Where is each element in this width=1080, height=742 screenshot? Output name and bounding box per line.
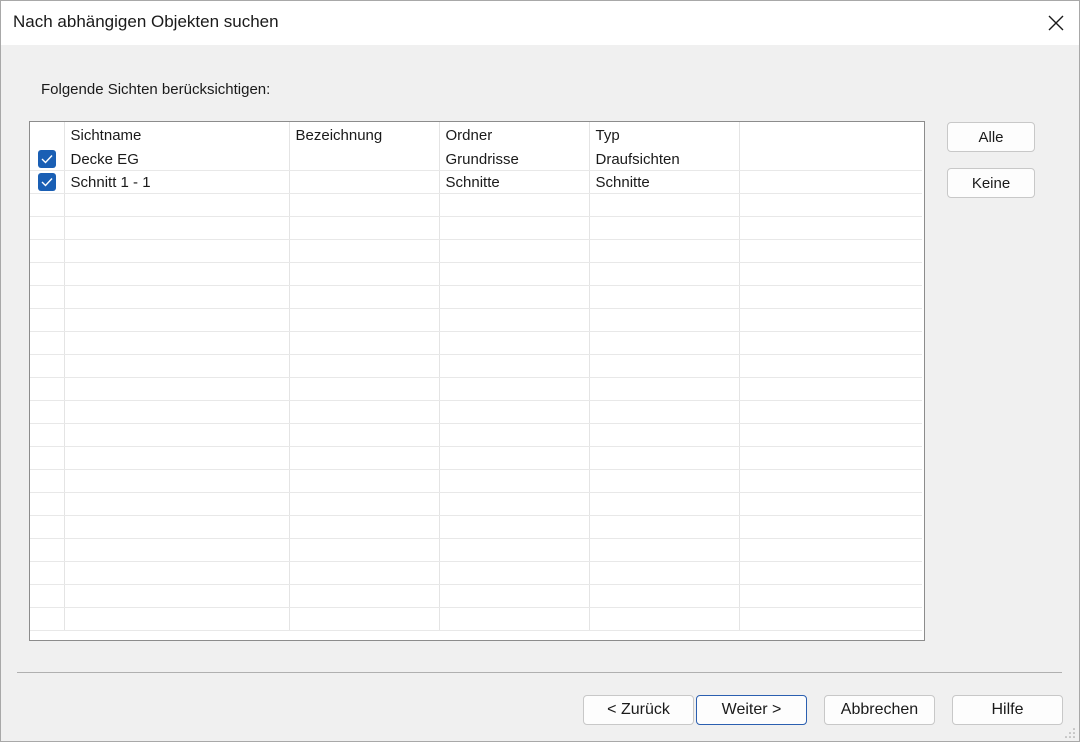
empty-row [30, 400, 922, 424]
next-button[interactable]: Weiter > [696, 695, 807, 725]
table-row[interactable]: Decke EG Grundrisse Draufsichten [30, 148, 922, 171]
footer-separator [17, 672, 1062, 673]
cell-bezeichnung [289, 170, 440, 194]
row-checkbox[interactable] [37, 150, 56, 169]
empty-row [30, 239, 922, 263]
dialog-title: Nach abhängigen Objekten suchen [13, 12, 279, 31]
empty-row [30, 584, 922, 608]
empty-row [30, 515, 922, 539]
empty-row [30, 262, 922, 286]
back-button[interactable]: < Zurück [583, 695, 694, 725]
empty-row [30, 446, 922, 470]
help-button[interactable]: Hilfe [952, 695, 1063, 725]
views-table: Sichtname Bezeichnung Ordner Typ Decke E… [30, 122, 922, 631]
cell-ordner: Schnitte [439, 170, 590, 194]
select-none-button[interactable]: Keine [947, 168, 1035, 198]
header-filler [739, 122, 922, 148]
empty-row [30, 285, 922, 309]
empty-row [30, 377, 922, 401]
empty-row [30, 423, 922, 447]
table-row[interactable]: Schnitt 1 - 1 Schnitte Schnitte [30, 170, 922, 194]
select-all-button[interactable]: Alle [947, 122, 1035, 152]
cell-sichtname: Schnitt 1 - 1 [64, 170, 290, 194]
views-grid[interactable]: Sichtname Bezeichnung Ordner Typ Decke E… [29, 121, 925, 641]
header-bezeichnung[interactable]: Bezeichnung [289, 122, 440, 148]
checkmark-icon [41, 155, 53, 164]
empty-row [30, 216, 922, 240]
header-check-column [30, 122, 65, 148]
header-ordner[interactable]: Ordner [439, 122, 590, 148]
empty-row [30, 561, 922, 585]
empty-row [30, 308, 922, 332]
cell-sichtname: Decke EG [64, 148, 290, 171]
header-sichtname[interactable]: Sichtname [64, 122, 290, 148]
close-button[interactable] [1033, 1, 1079, 45]
cell-ordner: Grundrisse [439, 148, 590, 171]
empty-row [30, 492, 922, 516]
dialog-window: Nach abhängigen Objekten suchen Folgende… [0, 0, 1080, 742]
close-icon [1048, 15, 1064, 31]
empty-row [30, 607, 922, 631]
row-checkbox[interactable] [37, 173, 56, 192]
header-typ[interactable]: Typ [589, 122, 740, 148]
checkmark-icon [41, 178, 53, 187]
grid-header-row: Sichtname Bezeichnung Ordner Typ [30, 122, 922, 148]
cell-typ: Schnitte [589, 170, 740, 194]
empty-row [30, 538, 922, 562]
title-bar: Nach abhängigen Objekten suchen [1, 1, 1079, 45]
views-prompt-label: Folgende Sichten berücksichtigen: [41, 81, 271, 98]
empty-row [30, 469, 922, 493]
resize-grip-icon[interactable] [1065, 728, 1075, 738]
cell-bezeichnung [289, 148, 440, 171]
cell-typ: Draufsichten [589, 148, 740, 171]
empty-row [30, 331, 922, 355]
empty-row [30, 193, 922, 217]
cancel-button[interactable]: Abbrechen [824, 695, 935, 725]
empty-row [30, 354, 922, 378]
